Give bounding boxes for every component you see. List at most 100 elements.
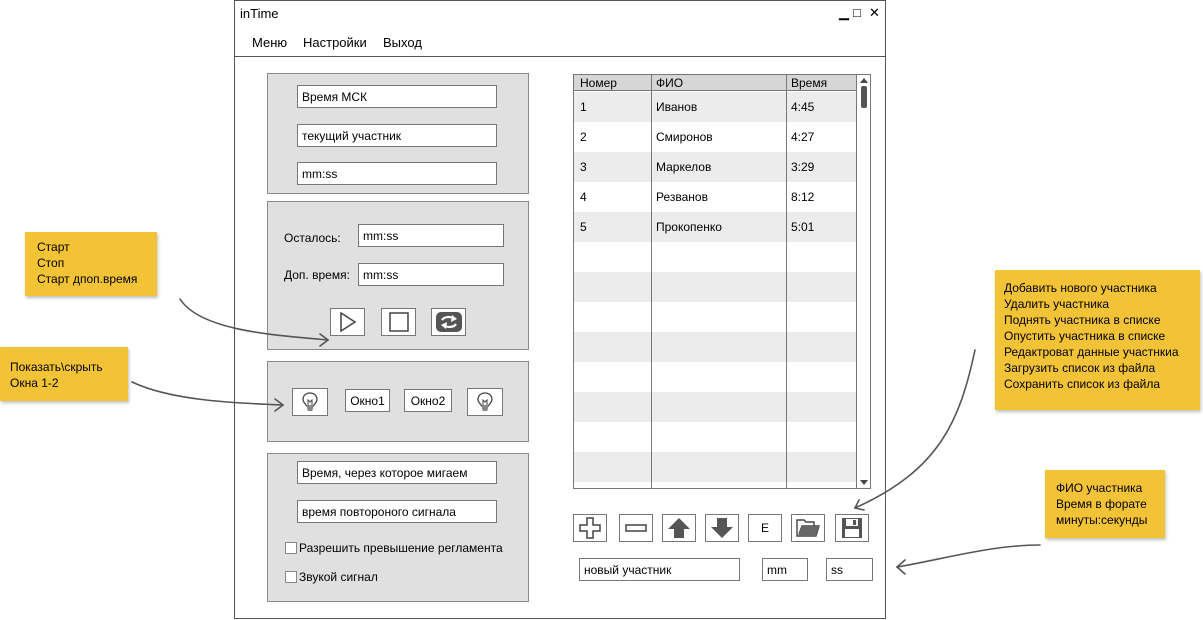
plus-icon xyxy=(579,517,601,539)
stop-button[interactable] xyxy=(381,308,416,336)
move-down-button[interactable] xyxy=(705,514,739,542)
table-row[interactable]: 4 Резванов 8:12 xyxy=(574,182,857,212)
arrowhead xyxy=(895,559,906,575)
note-entry-format: ФИО участника Время в форате минуты:секу… xyxy=(1045,470,1165,538)
note-show-hide: Показать\скрыть Окна 1-2 xyxy=(0,347,128,401)
table-row xyxy=(574,242,857,272)
edit-participant-button[interactable]: E xyxy=(748,514,782,542)
sound-signal-label: Звукой сигнал xyxy=(299,570,378,584)
cell-number: 3 xyxy=(580,160,587,174)
note-line: Старт дпоп.время xyxy=(37,272,138,286)
play-icon xyxy=(339,311,356,333)
cell-number: 5 xyxy=(580,220,587,234)
allow-exceed-label: Разрешить превышение регламента xyxy=(299,541,503,555)
cell-name: Маркелов xyxy=(656,160,712,174)
menu-item-menu[interactable]: Меню xyxy=(252,35,287,50)
cell-name: Прокопенко xyxy=(656,220,722,234)
window-title: inTime xyxy=(240,6,279,21)
move-up-button[interactable] xyxy=(662,514,696,542)
new-participant-minutes-field[interactable]: mm xyxy=(762,558,808,581)
column-header-number[interactable]: Номер xyxy=(580,76,617,90)
timer-panel: Осталось: mm:ss Доп. время: mm:ss xyxy=(267,201,529,350)
column-header-name[interactable]: ФИО xyxy=(656,76,683,90)
minus-icon xyxy=(625,524,647,532)
note-line: Время в форате xyxy=(1056,497,1147,511)
note-line: Поднять участника в списке xyxy=(1004,313,1161,327)
close-button[interactable]: ✕ xyxy=(869,5,880,21)
note-line: Редактроват данные участнкиа xyxy=(1004,345,1179,359)
table-row xyxy=(574,422,857,452)
table-row[interactable]: 1 Иванов 4:45 xyxy=(574,92,857,122)
window2-button[interactable]: Окно2 xyxy=(404,389,452,412)
menu-item-exit[interactable]: Выход xyxy=(383,35,422,50)
cell-time: 5:01 xyxy=(791,220,815,234)
note-line: минуты:секунды xyxy=(1056,513,1148,527)
stop-icon xyxy=(388,312,409,332)
blink-time-field[interactable]: Время, через которое мигаем xyxy=(297,461,497,484)
cell-number: 2 xyxy=(580,130,587,144)
remaining-time-field[interactable]: mm:ss xyxy=(358,224,504,247)
note-line: Опустить участника в списке xyxy=(1004,329,1166,343)
arrow-down-icon xyxy=(711,518,733,538)
menu-item-settings[interactable]: Настройки xyxy=(303,35,367,50)
note-line: Показать\скрыть xyxy=(10,360,103,374)
note-line: Добавить нового участника xyxy=(1004,281,1157,295)
remaining-label: Осталось: xyxy=(284,231,341,245)
minimize-button[interactable]: ▁ xyxy=(839,5,849,21)
sound-signal-checkbox[interactable] xyxy=(285,571,297,583)
load-list-button[interactable] xyxy=(791,514,825,542)
save-list-button[interactable] xyxy=(835,514,869,542)
note-start-stop: Старт Стоп Старт дпоп.время xyxy=(25,232,157,296)
note-line: Сохранить список из файла xyxy=(1004,377,1161,391)
toggle-window1-button[interactable] xyxy=(292,388,328,416)
table-row[interactable]: 2 Смиронов 4:27 xyxy=(574,122,857,152)
table-row xyxy=(574,302,857,332)
new-participant-seconds-field[interactable]: ss xyxy=(826,558,873,581)
lightbulb-icon xyxy=(477,392,493,411)
note-line: Старт xyxy=(37,240,70,254)
allow-exceed-checkbox[interactable] xyxy=(285,542,297,554)
cell-time: 4:27 xyxy=(791,130,815,144)
note-line: Стоп xyxy=(37,256,65,270)
cell-name: Резванов xyxy=(656,190,708,204)
start-extra-time-button[interactable] xyxy=(431,308,466,336)
cell-time: 3:29 xyxy=(791,160,815,174)
arrow-up-icon xyxy=(668,518,690,538)
lightbulb-icon xyxy=(302,392,318,411)
table-row xyxy=(574,332,857,362)
cell-number: 4 xyxy=(580,190,587,204)
column-divider xyxy=(651,75,652,488)
extra-time-field[interactable]: mm:ss xyxy=(358,263,504,286)
table-scrollbar[interactable] xyxy=(856,75,870,488)
remove-participant-button[interactable] xyxy=(619,514,653,542)
table-row[interactable]: 3 Маркелов 3:29 xyxy=(574,152,857,182)
time-value-field[interactable]: mm:ss xyxy=(297,162,497,185)
app-window: inTime ▁ □ ✕ Меню Настройки Выход Время … xyxy=(234,0,886,619)
window1-button[interactable]: Окно1 xyxy=(345,389,390,412)
start-button[interactable] xyxy=(330,308,365,336)
cell-name: Иванов xyxy=(656,100,698,114)
note-line: Загрузить список из файла xyxy=(1004,361,1156,375)
signal-settings-panel: Время, через которое мигаем время повтор… xyxy=(267,453,529,602)
scrollbar-graphic xyxy=(860,78,868,485)
menu-bar: Меню Настройки Выход xyxy=(235,27,885,57)
new-participant-name-field[interactable]: новый участник xyxy=(579,558,740,581)
table-row xyxy=(574,272,857,302)
cell-number: 1 xyxy=(580,100,587,114)
note-line: ФИО участника xyxy=(1056,481,1143,495)
toggle-window2-button[interactable] xyxy=(467,388,503,416)
table-row xyxy=(574,452,857,482)
repeat-signal-field[interactable]: время повтороного сигнала xyxy=(297,500,497,523)
table-row xyxy=(574,482,857,500)
msk-time-field[interactable]: Время МСК xyxy=(297,85,497,108)
participants-table: Номер ФИО Время 1 Иванов 4:45 2 Смиронов 4:27… xyxy=(573,74,871,489)
title-bar: inTime ▁ □ ✕ xyxy=(235,1,885,27)
windows-panel: Окно1 Окно2 xyxy=(267,361,529,442)
current-participant-field[interactable]: текущий участник xyxy=(297,124,497,147)
note-line: Окна 1-2 xyxy=(10,376,59,390)
note-list-actions: Добавить нового участника Удалить участн… xyxy=(995,270,1200,410)
column-header-time[interactable]: Время xyxy=(791,76,827,90)
maximize-button[interactable]: □ xyxy=(853,5,861,21)
table-row[interactable]: 5 Прокопенко 5:01 xyxy=(574,212,857,242)
add-participant-button[interactable] xyxy=(573,514,607,542)
